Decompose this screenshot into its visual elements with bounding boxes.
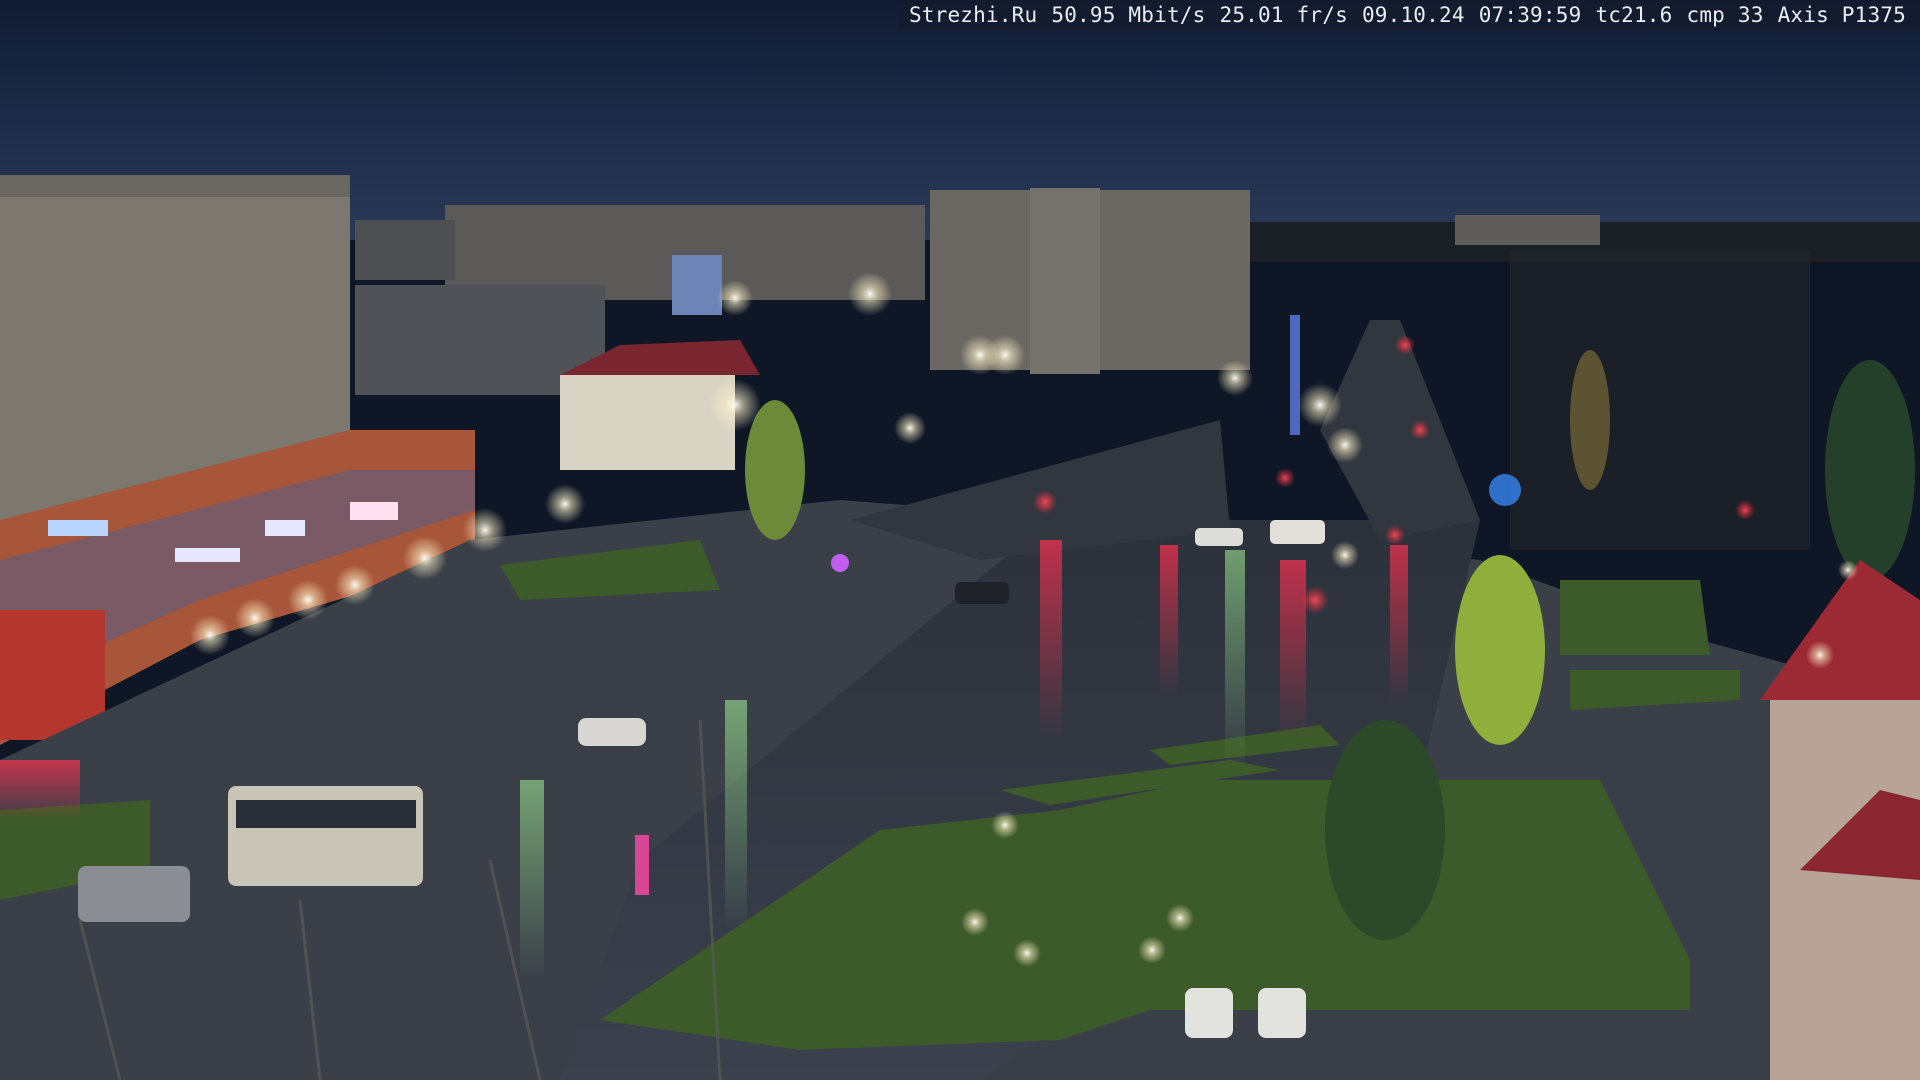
white-car [578, 718, 646, 746]
overlay-site: Strezhi.Ru [908, 3, 1038, 27]
overlay-time: 07:39:59 [1478, 3, 1582, 27]
parked-car-2 [1258, 988, 1306, 1038]
camera-info-overlay: Strezhi.Ru 50.95 Mbit/s 25.01 fr/s 09.10.24… [898, 0, 1920, 30]
overlay-cmp: cmp 33 [1686, 3, 1764, 27]
dark-car [955, 582, 1009, 604]
parked-car-1 [1185, 988, 1233, 1038]
overlay-bitrate: 50.95 Mbit/s [1051, 3, 1206, 27]
overlay-tc: tc21.6 [1595, 3, 1673, 27]
overlay-framerate: 25.01 fr/s [1219, 3, 1348, 27]
overlay-model: Axis P1375 [1777, 3, 1906, 27]
overlay-date: 09.10.24 [1361, 3, 1465, 27]
camera-scene [0, 0, 1920, 1080]
crossroad-car [1195, 528, 1243, 546]
minibus [78, 866, 190, 922]
right-building [1760, 560, 1920, 1080]
crossroad-van [1270, 520, 1325, 544]
